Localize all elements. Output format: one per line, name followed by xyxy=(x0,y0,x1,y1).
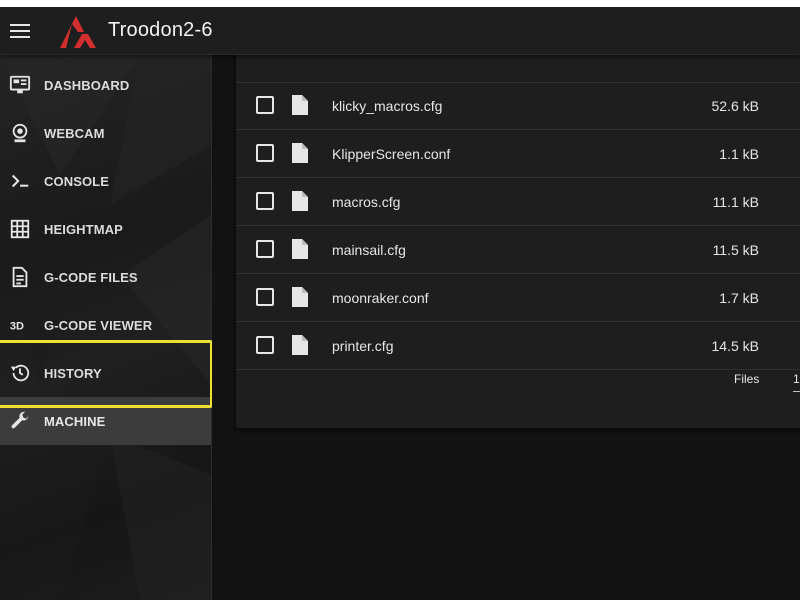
svg-text:3D: 3D xyxy=(10,321,24,333)
select-underline xyxy=(793,391,800,392)
sidebar-item-gcode-viewer[interactable]: 3D G-CODE VIEWER xyxy=(0,301,211,349)
file-icon xyxy=(292,335,308,355)
file-icon xyxy=(292,287,308,307)
file-name: moonraker.conf xyxy=(332,290,429,306)
file-size: 11.1 kB xyxy=(712,194,759,210)
sidebar-item-label: MACHINE xyxy=(44,413,106,429)
table-row[interactable]: macros.cfg 11.1 kB xyxy=(236,178,800,226)
row-checkbox[interactable] xyxy=(256,96,274,114)
file-name: klicky_macros.cfg xyxy=(332,98,443,114)
file-name: printer.cfg xyxy=(332,338,394,354)
files-per-page-select[interactable]: 1 xyxy=(793,372,800,386)
table-row[interactable]: KlipperScreen.conf 1.1 kB xyxy=(236,130,800,178)
sidebar-item-label: HEIGHTMAP xyxy=(44,221,123,237)
sidebar-item-label: WEBCAM xyxy=(44,125,105,141)
top-app-bar: Troodon2-6 xyxy=(0,7,800,55)
file-size: 14.5 kB xyxy=(711,338,759,354)
monitor-dashboard-icon xyxy=(8,73,32,97)
files-per-page-label: Files xyxy=(734,372,760,386)
3d-icon: 3D xyxy=(8,313,32,337)
app-window: Troodon2-6 DASHBOARD WEBCAM CONSOLE HEIG… xyxy=(0,7,800,600)
row-checkbox[interactable] xyxy=(256,288,274,306)
row-checkbox[interactable] xyxy=(256,192,274,210)
file-name: macros.cfg xyxy=(332,194,401,210)
file-icon xyxy=(292,191,308,211)
sidebar-item-dashboard[interactable]: DASHBOARD xyxy=(0,61,211,109)
row-checkbox[interactable] xyxy=(256,240,274,258)
sidebar-item-history[interactable]: HISTORY xyxy=(0,349,211,397)
wrench-icon xyxy=(8,409,32,433)
printer-title: Troodon2-6 xyxy=(108,19,213,41)
sidebar-item-heightmap[interactable]: HEIGHTMAP xyxy=(0,205,211,253)
config-files-card: klicky_macros.cfg 52.6 kB KlipperScreen.… xyxy=(236,29,800,428)
sidebar-item-label: HISTORY xyxy=(44,365,102,381)
sidebar-item-label: G-CODE VIEWER xyxy=(44,317,153,333)
table-row[interactable]: mainsail.cfg 11.5 kB xyxy=(236,226,800,274)
file-size: 52.6 kB xyxy=(711,98,759,114)
table-row[interactable]: moonraker.conf 1.7 kB xyxy=(236,274,800,322)
sidebar-item-console[interactable]: CONSOLE xyxy=(0,157,211,205)
file-icon xyxy=(292,239,308,259)
file-size: 11.5 kB xyxy=(712,242,759,258)
file-document-icon xyxy=(8,265,32,289)
file-size: 1.7 kB xyxy=(719,290,759,306)
webcam-icon xyxy=(8,121,32,145)
history-icon xyxy=(8,361,32,385)
main-content: klicky_macros.cfg 52.6 kB KlipperScreen.… xyxy=(212,29,800,600)
file-name: KlipperScreen.conf xyxy=(332,146,451,162)
sidebar-item-label: G-CODE FILES xyxy=(44,269,138,285)
file-icon xyxy=(292,143,308,163)
sidebar-item-webcam[interactable]: WEBCAM xyxy=(0,109,211,157)
file-icon xyxy=(292,95,308,115)
sidebar-item-label: CONSOLE xyxy=(44,173,109,189)
file-size: 1.1 kB xyxy=(719,146,759,162)
sidebar-item-gcode-files[interactable]: G-CODE FILES xyxy=(0,253,211,301)
grid-icon xyxy=(8,217,32,241)
console-icon xyxy=(8,169,32,193)
menu-icon[interactable] xyxy=(0,7,40,55)
sidebar-nav: DASHBOARD WEBCAM CONSOLE HEIGHTMAP G-COD xyxy=(0,55,212,600)
printer-logo-icon xyxy=(60,15,96,48)
file-name: mainsail.cfg xyxy=(332,242,406,258)
sidebar-item-machine[interactable]: MACHINE xyxy=(0,397,211,445)
table-row[interactable]: printer.cfg 14.5 kB xyxy=(236,322,800,370)
table-row[interactable]: klicky_macros.cfg 52.6 kB xyxy=(236,82,800,130)
sidebar-item-label: DASHBOARD xyxy=(44,77,130,93)
row-checkbox[interactable] xyxy=(256,144,274,162)
row-checkbox[interactable] xyxy=(256,336,274,354)
